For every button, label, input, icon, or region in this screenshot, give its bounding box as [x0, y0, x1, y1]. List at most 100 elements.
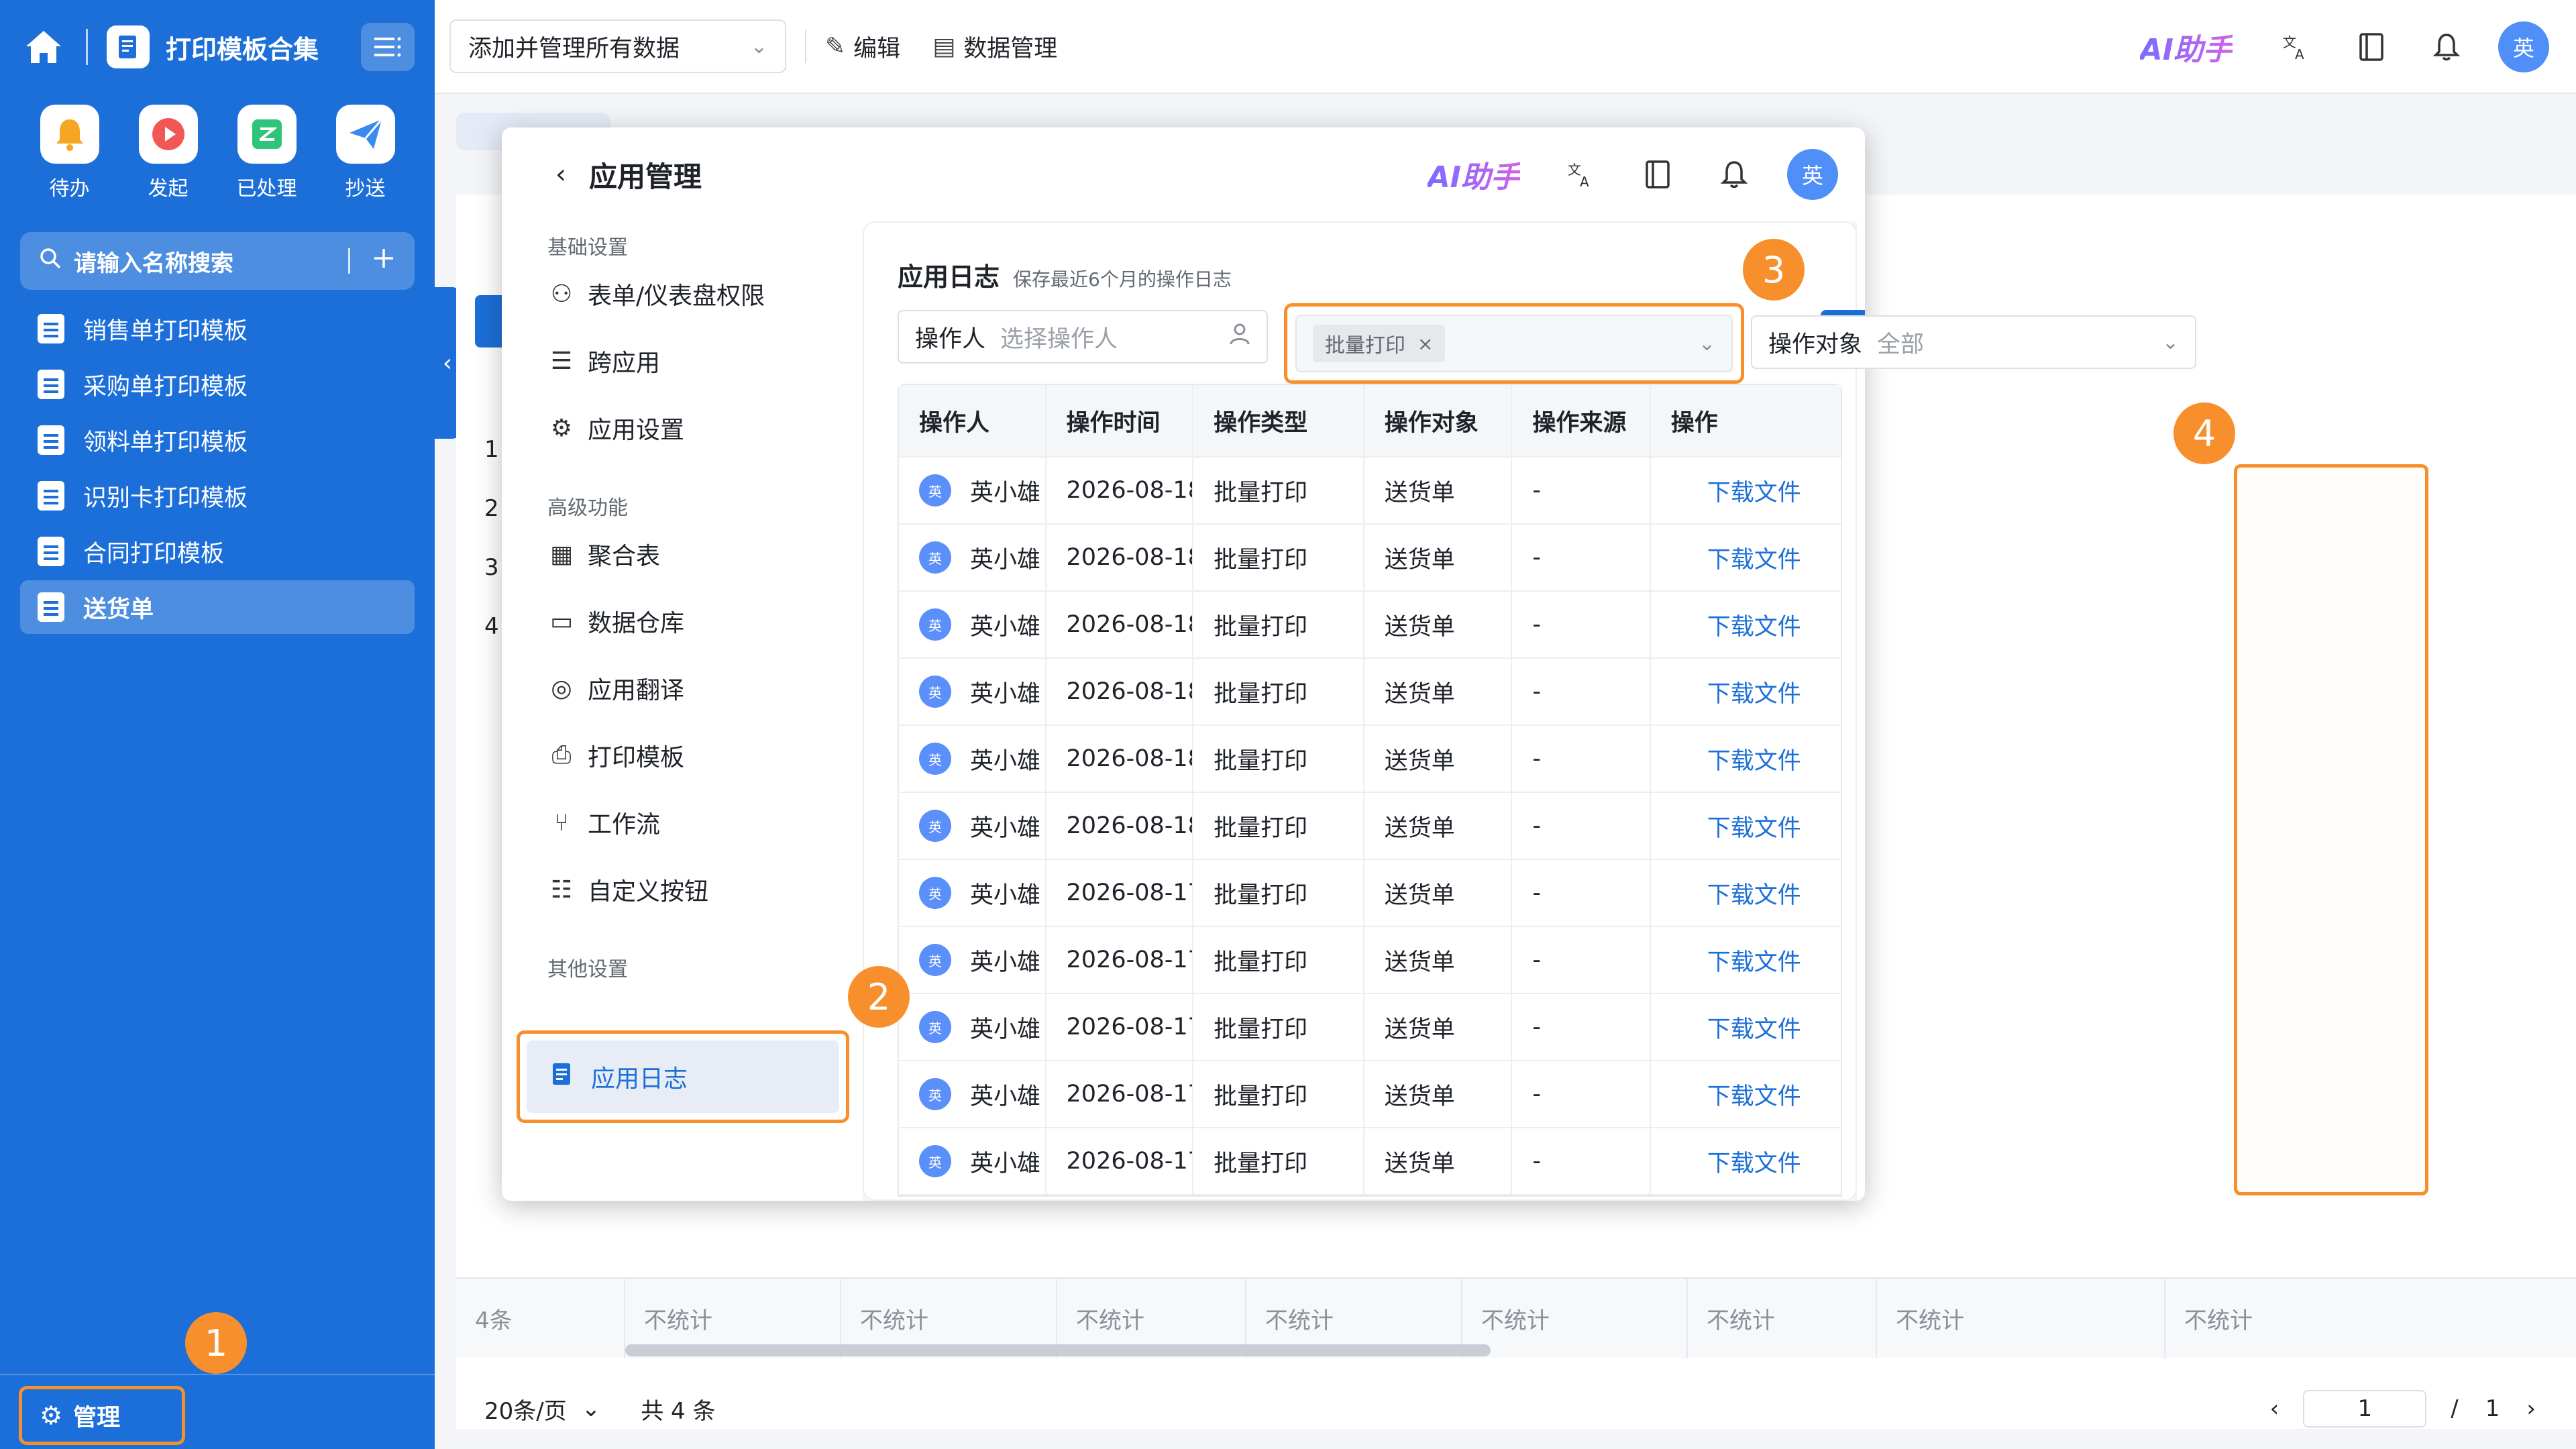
notification-bell-icon[interactable]: [2423, 23, 2470, 70]
source-cell: -: [1512, 592, 1651, 657]
log-subtitle: 保存最近6个月的操作日志: [1013, 268, 1232, 290]
download-file-link[interactable]: 下载文件: [1707, 541, 1801, 575]
sidebar-item-label: 识别卡打印模板: [83, 484, 248, 512]
add-icon[interactable]: [372, 246, 396, 276]
translate-icon[interactable]: 文A: [2273, 23, 2320, 70]
table-row: 英英小雄2026-08-18 15:23:...批量打印送货单- 下载文件: [899, 525, 1841, 592]
time-cell: 2026-08-17 22:15:...: [1046, 927, 1194, 993]
nav-item-label: 工作流: [588, 811, 661, 839]
nav-item-custom-button[interactable]: ☷ 自定义按钮: [502, 856, 863, 923]
type-cell: 批量打印: [1193, 927, 1364, 993]
chevron-left-icon[interactable]: ‹: [2270, 1395, 2279, 1422]
user-avatar-small: 英: [919, 877, 951, 909]
download-file-link[interactable]: 下载文件: [1707, 742, 1801, 776]
operation-type-select[interactable]: 批量打印 × ⌄: [1295, 315, 1733, 372]
object-filter[interactable]: 操作对象 全部 ⌄: [1751, 315, 2196, 369]
quick-start[interactable]: 发起: [119, 105, 217, 201]
search-input[interactable]: 请输入名称搜索: [74, 245, 348, 278]
page-size-select[interactable]: 20条/页 ⌄: [484, 1393, 600, 1426]
printer-icon: ⎙: [551, 741, 572, 769]
horizontal-scrollbar[interactable]: [625, 1344, 1491, 1356]
operator-cell: 英英小雄: [899, 525, 1046, 590]
translate-icon[interactable]: 文A: [1558, 151, 1605, 198]
user-avatar-small: 英: [919, 474, 951, 506]
nav-item-permission[interactable]: ⚇ 表单/仪表盘权限: [502, 260, 863, 327]
download-file-link[interactable]: 下载文件: [1707, 1010, 1801, 1044]
notification-bell-icon[interactable]: [1711, 151, 1758, 198]
nav-item-workflow[interactable]: ⑂ 工作流: [502, 789, 863, 856]
table-header: 操作人 操作时间 操作类型 操作对象 操作来源 操作: [899, 385, 1841, 458]
operator-name: 英小雄: [970, 1083, 1041, 1110]
download-file-link[interactable]: 下载文件: [1707, 876, 1801, 910]
user-avatar[interactable]: 英: [2498, 21, 2549, 72]
download-file-link[interactable]: 下载文件: [1707, 1077, 1801, 1112]
nav-item-app-log[interactable]: 应用日志: [517, 1030, 849, 1123]
download-file-link[interactable]: 下载文件: [1707, 809, 1801, 843]
step-badge-4: 4: [2174, 402, 2235, 464]
back-arrow-icon[interactable]: ‹: [555, 159, 566, 190]
view-select[interactable]: 添加并管理所有数据 ⌄: [449, 19, 786, 73]
nav-item-label: 数据仓库: [588, 610, 685, 637]
operator-filter[interactable]: 操作人 选择操作人: [898, 310, 1268, 364]
quick-cc[interactable]: 抄送: [316, 105, 415, 201]
nav-item-cross-app[interactable]: ☰ 跨应用: [502, 327, 863, 394]
modal-header: ‹ 应用管理 AI助手 文A 英: [502, 127, 1865, 221]
quick-todo[interactable]: 待办: [20, 105, 119, 201]
data-manage-button[interactable]: ▤ 数据管理: [932, 30, 1057, 64]
modal-title: 应用管理: [589, 160, 702, 193]
sidebar-item-requisition[interactable]: 领料单打印模板: [20, 413, 415, 467]
table-row: 英英小雄2026-08-17 22:15:...批量打印送货单- 下载文件: [899, 927, 1841, 994]
source-cell: -: [1512, 726, 1651, 792]
sidebar-search[interactable]: 请输入名称搜索: [20, 232, 415, 290]
operation-type-filter[interactable]: 批量打印 × ⌄: [1284, 303, 1744, 384]
home-icon[interactable]: [20, 23, 67, 70]
download-file-link[interactable]: 下载文件: [1707, 474, 1801, 508]
nav-item-warehouse[interactable]: ▭ 数据仓库: [502, 588, 863, 655]
object-cell: 送货单: [1364, 793, 1513, 859]
summary-cell: 不统计: [1877, 1278, 2165, 1358]
page-input[interactable]: 1: [2303, 1390, 2427, 1428]
edit-button[interactable]: ✎ 编辑: [825, 30, 900, 64]
database-icon: ▤: [932, 32, 956, 60]
sidebar-item-contract[interactable]: 合同打印模板: [20, 525, 415, 578]
sidebar-item-delivery[interactable]: 送货单: [20, 580, 415, 634]
ai-assistant-button[interactable]: AI助手: [1428, 153, 1520, 196]
download-file-link[interactable]: 下载文件: [1707, 608, 1801, 642]
object-filter-value[interactable]: 全部: [1877, 325, 2162, 360]
download-file-link[interactable]: 下载文件: [1707, 675, 1801, 709]
quick-done[interactable]: 已处理: [217, 105, 316, 201]
book-icon[interactable]: [1634, 151, 1681, 198]
nav-item-print-template[interactable]: ⎙ 打印模板: [502, 722, 863, 789]
ai-assistant-button[interactable]: AI助手: [2140, 25, 2233, 68]
download-file-link[interactable]: 下载文件: [1707, 1144, 1801, 1179]
document-icon: [38, 425, 64, 455]
operator-filter-input[interactable]: 选择操作人: [1000, 320, 1229, 354]
chevron-down-icon: ⌄: [581, 1395, 601, 1422]
sidebar: 打印模板合集 待办 发起 已处理 抄送 请输入名称搜索 销售单打印模板 采购单打…: [0, 0, 435, 1449]
chevron-right-icon[interactable]: ›: [2526, 1395, 2536, 1422]
toolbar-divider: [805, 30, 806, 63]
source-cell: -: [1512, 793, 1651, 859]
object-cell: 送货单: [1364, 726, 1513, 792]
object-cell: 送货单: [1364, 860, 1513, 926]
nav-item-aggregate[interactable]: ▦ 聚合表: [502, 521, 863, 588]
nav-item-translate[interactable]: ◎ 应用翻译: [502, 655, 863, 722]
sidebar-item-sales[interactable]: 销售单打印模板: [20, 302, 415, 356]
table-body: 英英小雄2026-08-18 15:26:...批量打印送货单-下载文件英英小雄…: [899, 458, 1841, 1195]
book-icon[interactable]: [2348, 23, 2395, 70]
manage-button[interactable]: ⚙ 管理: [19, 1386, 185, 1445]
user-avatar-small: 英: [919, 1011, 951, 1043]
table-row: 英英小雄2026-08-18 15:26:...批量打印送货单- 下载文件: [899, 458, 1841, 525]
chevron-down-icon: ⌄: [2161, 330, 2179, 354]
nav-item-app-settings[interactable]: ⚙ 应用设置: [502, 394, 863, 462]
svg-text:A: A: [1580, 174, 1589, 189]
time-cell: 2026-08-18 14:59:...: [1046, 726, 1194, 792]
sidebar-item-id-card[interactable]: 识别卡打印模板: [20, 469, 415, 523]
close-icon[interactable]: ×: [1417, 333, 1433, 355]
menu-toggle-button[interactable]: [361, 23, 415, 71]
check-doc-icon: [237, 105, 297, 164]
user-avatar[interactable]: 英: [1787, 149, 1838, 200]
nav-item-label: 应用日志: [591, 1065, 688, 1093]
download-file-link[interactable]: 下载文件: [1707, 943, 1801, 977]
sidebar-item-purchase[interactable]: 采购单打印模板: [20, 358, 415, 411]
